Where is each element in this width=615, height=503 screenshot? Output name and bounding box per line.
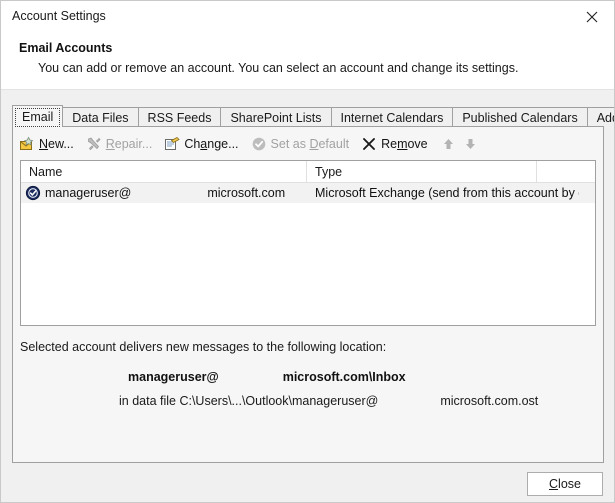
column-header-type[interactable]: Type (307, 161, 537, 182)
delivery-location-prefix: manageruser@ (128, 370, 219, 384)
account-name-prefix: manageruser@ (45, 186, 132, 200)
repair-tools-icon (86, 136, 102, 152)
check-circle-icon (251, 136, 267, 152)
default-account-check-icon (25, 185, 41, 201)
close-window-button[interactable] (570, 1, 614, 32)
tab-published-calendars-label: Published Calendars (462, 110, 578, 125)
account-name-suffix: microsoft.com (207, 186, 286, 200)
tab-sharepoint-lists[interactable]: SharePoint Lists (220, 107, 332, 127)
table-row[interactable]: manageruser@ microsoft.com Microsoft Exc… (21, 183, 595, 203)
dialog-body: Email Data Files RSS Feeds SharePoint Li… (1, 90, 614, 502)
move-down-button[interactable] (462, 134, 480, 154)
change-account-button[interactable]: Change... (164, 133, 239, 155)
dialog-footer: Close (1, 464, 614, 502)
delivery-datafile-suffix: microsoft.com.ost (440, 394, 539, 408)
tab-internet-calendars[interactable]: Internet Calendars (330, 107, 454, 127)
remove-x-icon (361, 136, 377, 152)
set-as-default-button[interactable]: Set as Default (251, 133, 350, 155)
tab-data-files[interactable]: Data Files (62, 107, 139, 127)
close-x-icon (586, 11, 598, 22)
accounts-toolbar: New... Repair... Change... Set as Defaul… (13, 127, 603, 160)
email-tab-panel: New... Repair... Change... Set as Defaul… (12, 126, 604, 463)
title-bar: Account Settings (1, 1, 614, 33)
window-title: Account Settings (12, 9, 106, 23)
move-up-button[interactable] (440, 134, 458, 154)
new-envelope-icon (19, 136, 35, 152)
remove-account-button[interactable]: Remove (361, 133, 428, 155)
delivery-datafile-prefix: in data file C:\Users\...\Outlook\manage… (119, 394, 379, 408)
account-name-cell: manageruser@ microsoft.com (21, 185, 307, 201)
account-type-cell: Microsoft Exchange (send from this accou… (315, 186, 579, 200)
intro-header: Email Accounts You can add or remove an … (1, 33, 614, 90)
tab-address-books[interactable]: Address Books (586, 107, 614, 127)
arrow-down-icon (466, 138, 476, 149)
tab-email[interactable]: Email (12, 105, 64, 127)
tab-sharepoint-lists-label: SharePoint Lists (230, 110, 322, 125)
delivery-location-label: Selected account delivers new messages t… (20, 340, 387, 354)
tab-internet-calendars-label: Internet Calendars (340, 110, 444, 125)
delivery-location-value: manageruser@ microsoft.com\Inbox (128, 370, 406, 384)
column-header-filler (537, 161, 595, 182)
tab-published-calendars[interactable]: Published Calendars (452, 107, 588, 127)
column-header-name[interactable]: Name (21, 161, 307, 182)
tab-email-label: Email (22, 109, 54, 124)
change-account-label: Change... (184, 136, 239, 151)
new-account-button[interactable]: New... (19, 133, 74, 155)
arrow-up-icon (444, 138, 454, 149)
remove-account-label: Remove (381, 136, 428, 151)
tab-rss-feeds-label: RSS Feeds (147, 110, 212, 125)
account-settings-dialog: Account Settings Email Accounts You can … (0, 0, 615, 503)
change-properties-icon (164, 136, 180, 152)
accounts-list-header: Name Type (21, 161, 595, 183)
tab-strip: Email Data Files RSS Feeds SharePoint Li… (12, 105, 614, 127)
new-account-label: New... (39, 136, 74, 151)
page-subtitle: You can add or remove an account. You ca… (38, 61, 519, 75)
set-as-default-label: Set as Default (270, 136, 350, 151)
delivery-location-suffix: microsoft.com\Inbox (282, 370, 406, 384)
repair-account-label: Repair... (105, 136, 153, 151)
tab-address-books-label: Address Books (596, 110, 614, 125)
tab-rss-feeds[interactable]: RSS Feeds (137, 107, 222, 127)
accounts-list[interactable]: Name Type manageruser@ microsoft.com Mic… (20, 160, 596, 326)
tab-data-files-label: Data Files (72, 110, 129, 125)
repair-account-button[interactable]: Repair... (86, 133, 153, 155)
page-title: Email Accounts (19, 41, 113, 55)
close-button[interactable]: Close (527, 472, 603, 496)
delivery-datafile-value: in data file C:\Users\...\Outlook\manage… (119, 394, 538, 408)
